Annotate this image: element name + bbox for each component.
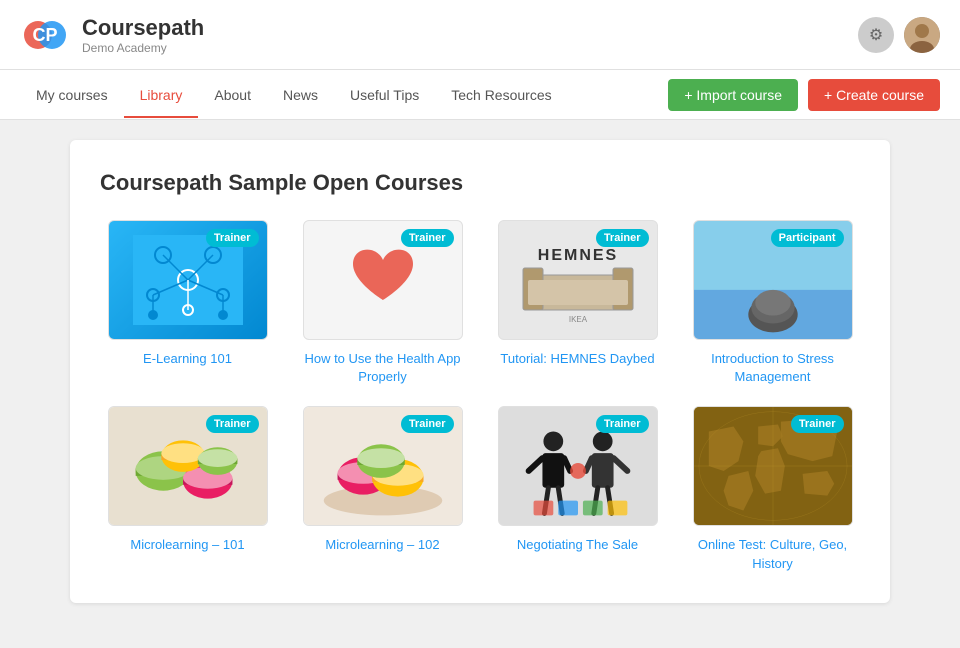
nav-links: My courses Library About News Useful Tip… [20,73,568,117]
health-thumb-image [343,240,423,320]
nav-item-tech-resources[interactable]: Tech Resources [435,73,567,117]
course-badge-stress-management: Participant [771,229,844,247]
course-badge-elearning-101: Trainer [206,229,259,247]
course-name-stress-management: Introduction to Stress Management [685,350,860,386]
course-thumb-negotiating-sale: Trainer [498,406,658,526]
main-nav: My courses Library About News Useful Tip… [0,70,960,120]
settings-button[interactable]: ⚙ [858,17,894,53]
course-thumb-microlearning-102: Trainer [303,406,463,526]
course-name-elearning-101: E-Learning 101 [143,350,232,368]
header-right: ⚙ [858,17,940,53]
course-badge-microlearning-101: Trainer [206,415,259,433]
svg-text:CP: CP [32,25,57,45]
course-thumb-microlearning-101: Trainer [108,406,268,526]
app-header: CP Coursepath Demo Academy ⚙ [0,0,960,70]
course-name-negotiating-sale: Negotiating The Sale [517,536,638,554]
course-badge-negotiating-sale: Trainer [596,415,649,433]
nav-item-news[interactable]: News [267,73,334,117]
course-name-microlearning-102: Microlearning – 102 [325,536,439,554]
course-name-hemnes-daybed: Tutorial: HEMNES Daybed [500,350,654,368]
course-badge-microlearning-102: Trainer [401,415,454,433]
course-card-microlearning-102[interactable]: Trainer Microlearning – 102 [295,406,470,572]
svg-text:IKEA: IKEA [568,315,587,324]
course-card-elearning-101[interactable]: Trainer E-Learning 101 [100,220,275,386]
app-title: Coursepath [82,15,204,41]
course-name-health-app: How to Use the Health App Properly [295,350,470,386]
logo-icon: CP [20,10,70,60]
course-card-health-app[interactable]: Trainer How to Use the Health App Proper… [295,220,470,386]
course-card-stress-management[interactable]: Participant Introduction to Stress Manag… [685,220,860,386]
course-card-hemnes-daybed[interactable]: HEMNES IKEA Trainer Tutorial: HEMNES Day… [490,220,665,386]
course-name-online-test: Online Test: Culture, Geo, History [685,536,860,572]
avatar-image [904,17,940,53]
course-badge-hemnes-daybed: Trainer [596,229,649,247]
user-avatar[interactable] [904,17,940,53]
nav-item-about[interactable]: About [198,73,267,117]
course-thumb-health-app: Trainer [303,220,463,340]
course-card-microlearning-101[interactable]: Trainer Microlearning – 101 [100,406,275,572]
logo-area: CP Coursepath Demo Academy [20,10,204,60]
courses-container: Coursepath Sample Open Courses [70,140,890,603]
course-badge-health-app: Trainer [401,229,454,247]
nav-item-my-courses[interactable]: My courses [20,73,124,117]
course-card-online-test[interactable]: Trainer Online Test: Culture, Geo, Histo… [685,406,860,572]
nav-item-useful-tips[interactable]: Useful Tips [334,73,435,117]
nav-actions: + Import course + Create course [668,79,940,111]
course-thumb-stress-management: Participant [693,220,853,340]
course-name-microlearning-101: Microlearning – 101 [130,536,244,554]
elearning-thumb-image [133,235,243,325]
section-title: Coursepath Sample Open Courses [100,170,860,196]
import-course-button[interactable]: + Import course [668,79,798,111]
create-course-button[interactable]: + Create course [808,79,940,111]
course-card-negotiating-sale[interactable]: Trainer Negotiating The Sale [490,406,665,572]
course-thumb-hemnes-daybed: HEMNES IKEA Trainer [498,220,658,340]
app-subtitle: Demo Academy [82,41,204,55]
course-thumb-online-test: Trainer [693,406,853,526]
course-badge-online-test: Trainer [791,415,844,433]
course-thumb-elearning-101: Trainer [108,220,268,340]
nav-item-library[interactable]: Library [124,73,199,117]
main-content: Coursepath Sample Open Courses [0,120,960,623]
svg-text:HEMNES: HEMNES [537,247,617,264]
logo-text: Coursepath Demo Academy [82,15,204,55]
course-grid: Trainer E-Learning 101 Trainer How to Us… [100,220,860,573]
